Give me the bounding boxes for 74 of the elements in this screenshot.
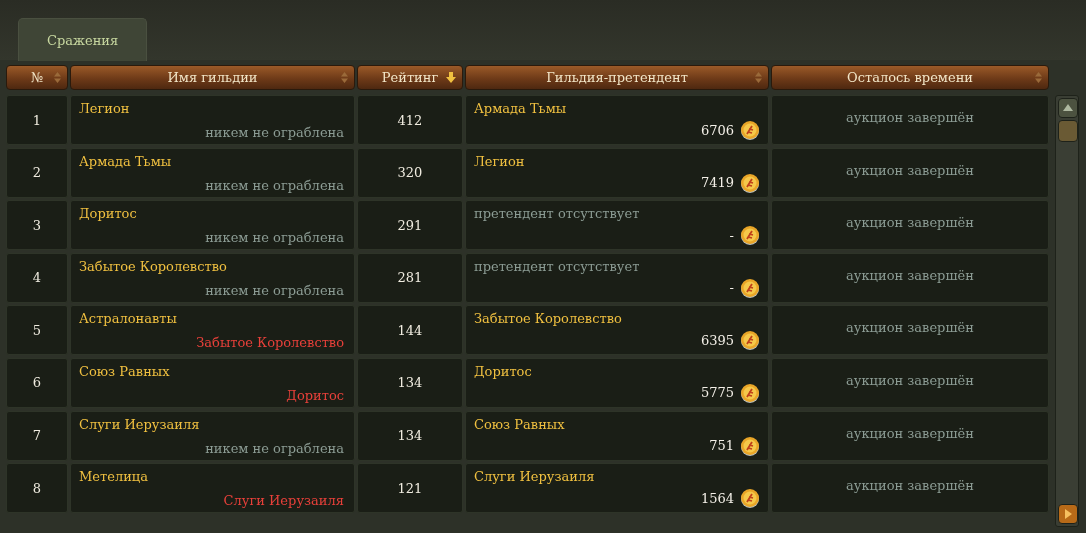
coin-icon — [740, 172, 760, 193]
rating-cell: 412 — [357, 95, 463, 145]
column-header[interactable]: Рейтинг — [357, 65, 463, 90]
column-header[interactable]: Гильдия-претендент — [465, 65, 769, 90]
robbed-by-text: никем не ограблена — [205, 440, 344, 456]
robbed-by-text: Забытое Королевство — [196, 335, 344, 351]
rating-cell: 121 — [357, 463, 463, 514]
coin-icon — [740, 225, 760, 246]
time-left-cell: аукцион завершён — [771, 410, 1049, 461]
bid-amount: - — [729, 280, 734, 296]
rating-cell: 134 — [357, 357, 463, 408]
rank-cell: 6 — [6, 357, 68, 408]
rank-cell: 5 — [6, 305, 68, 356]
guild-name: Забытое Королевство — [79, 258, 227, 274]
coin-icon — [740, 382, 760, 403]
time-left-cell: аукцион завершён — [771, 305, 1049, 356]
rating-cell: 134 — [357, 410, 463, 461]
time-left-cell: аукцион завершён — [771, 95, 1049, 145]
coin-icon — [740, 435, 760, 456]
rank-cell: 2 — [6, 147, 68, 198]
column-header[interactable]: Имя гильдии — [70, 65, 355, 90]
challenger-name: претендент отсутствует — [474, 206, 640, 222]
robbed-by-text: никем не ограблена — [205, 282, 344, 298]
rank-cell: 8 — [6, 463, 68, 514]
scroll-thumb[interactable] — [1058, 120, 1078, 142]
challenger-name: Забытое Королевство — [474, 311, 622, 327]
scroll-up-button[interactable] — [1058, 98, 1078, 118]
robbed-by-text: Слуги Иерузаиля — [223, 493, 344, 509]
time-left-cell: аукцион завершён — [771, 463, 1049, 514]
guild-name: Союз Равных — [79, 363, 170, 379]
rank-cell: 7 — [6, 410, 68, 461]
bid-amount: 1564 — [700, 490, 734, 506]
robbed-by-text: Доритос — [286, 387, 344, 403]
coin-icon — [740, 488, 760, 509]
scrollbar[interactable] — [1055, 95, 1079, 527]
rank-cell: 4 — [6, 252, 68, 303]
challenger-name: Союз Равных — [474, 416, 565, 432]
column-header[interactable]: № — [6, 65, 68, 90]
coin-icon — [740, 120, 760, 140]
time-left-cell: аукцион завершён — [771, 252, 1049, 303]
rating-cell: 281 — [357, 252, 463, 303]
tab[interactable]: Сражения — [18, 18, 148, 61]
scroll-down-button[interactable] — [1058, 504, 1078, 524]
time-left-cell: аукцион завершён — [771, 200, 1049, 251]
bid-amount: 6706 — [700, 122, 734, 138]
coin-icon — [740, 277, 760, 298]
guild-name: Астралонавты — [79, 311, 177, 327]
guild-name: Доритос — [79, 206, 137, 222]
coin-icon — [740, 330, 760, 351]
robbed-by-text: никем не ограблена — [205, 125, 344, 140]
rating-cell: 144 — [357, 305, 463, 356]
rating-cell: 320 — [357, 147, 463, 198]
bid-amount: 7419 — [700, 175, 734, 191]
challenger-name: претендент отсутствует — [474, 258, 640, 274]
challenger-name: Армада Тьмы — [474, 101, 567, 116]
challenger-name: Доритос — [474, 363, 532, 379]
rank-cell: 1 — [6, 95, 68, 145]
bid-amount: 6395 — [700, 332, 734, 348]
rank-cell: 3 — [6, 200, 68, 251]
bid-amount: 751 — [709, 438, 734, 454]
robbed-by-text: никем не ограблена — [205, 230, 344, 246]
guild-name: Армада Тьмы — [79, 153, 172, 169]
time-left-cell: аукцион завершён — [771, 147, 1049, 198]
challenger-name: Слуги Иерузаиля — [474, 469, 595, 485]
robbed-by-text: никем не ограблена — [205, 177, 344, 193]
column-header[interactable]: Осталось времени — [771, 65, 1049, 90]
rating-cell: 291 — [357, 200, 463, 251]
bid-amount: 5775 — [700, 385, 734, 401]
bid-amount: - — [729, 227, 734, 243]
guild-name: Метелица — [79, 469, 148, 485]
guild-name: Слуги Иерузаиля — [79, 416, 200, 432]
time-left-cell: аукцион завершён — [771, 357, 1049, 408]
guild-name: Легион — [79, 101, 130, 116]
challenger-name: Легион — [474, 153, 525, 169]
